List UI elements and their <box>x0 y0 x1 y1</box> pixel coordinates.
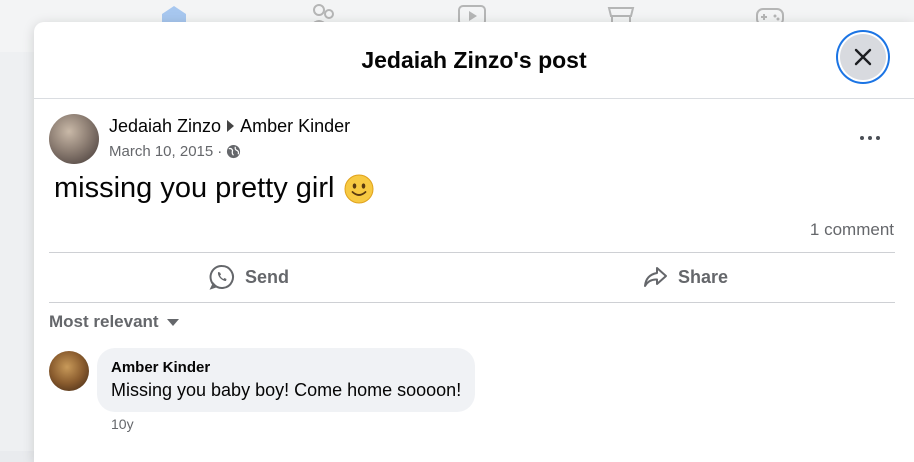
post-date-link[interactable]: March 10, 2015 <box>109 143 213 160</box>
dialog-title: Jedaiah Zinzo's post <box>361 47 587 73</box>
background-left-area <box>0 52 34 451</box>
sort-label: Most relevant <box>49 312 159 331</box>
globe-icon <box>227 144 241 158</box>
comment-bubble: Amber Kinder Missing you baby boy! Come … <box>97 348 476 412</box>
close-icon <box>854 48 872 66</box>
smiling-face-emoji-icon <box>344 174 374 203</box>
comment-count-link[interactable]: 1 comment <box>810 220 894 240</box>
comment-timestamp-link[interactable]: 10y <box>111 416 134 432</box>
meta-separator: · <box>217 142 223 160</box>
divider <box>49 252 895 253</box>
post-meta: March 10, 2015 · <box>109 141 241 161</box>
send-button[interactable]: Send <box>134 254 364 300</box>
author-avatar[interactable] <box>49 114 99 164</box>
dot <box>876 136 880 140</box>
dialog-header: Jedaiah Zinzo's post <box>34 22 914 99</box>
dot <box>868 136 872 140</box>
share-arrow-icon <box>643 267 667 287</box>
recipient-name-link[interactable]: Amber Kinder <box>240 116 350 137</box>
right-arrow-icon <box>227 120 235 132</box>
caret-down-icon <box>166 318 179 326</box>
author-name-link[interactable]: Jedaiah Zinzo <box>109 116 221 137</box>
post-body: missing you pretty girl <box>54 172 374 205</box>
comment-text: Missing you baby boy! Come home soooon! <box>111 380 462 400</box>
share-label: Share <box>677 266 729 287</box>
whatsapp-icon <box>209 264 234 290</box>
send-label: Send <box>244 266 289 287</box>
divider <box>49 302 895 303</box>
share-button[interactable]: Share <box>570 254 800 300</box>
post-dialog: Jedaiah Zinzo's post Jedaiah Zinzo Amber… <box>34 22 914 462</box>
post-text: missing you pretty girl <box>54 172 335 204</box>
dot <box>860 136 864 140</box>
commenter-name-link[interactable]: Amber Kinder <box>111 358 461 378</box>
comment-sort-dropdown[interactable]: Most relevant <box>49 310 179 334</box>
commenter-avatar[interactable] <box>49 351 89 391</box>
post-author-line: Jedaiah Zinzo Amber Kinder <box>109 114 350 138</box>
close-button[interactable] <box>840 34 886 80</box>
more-options-button[interactable] <box>852 126 888 150</box>
